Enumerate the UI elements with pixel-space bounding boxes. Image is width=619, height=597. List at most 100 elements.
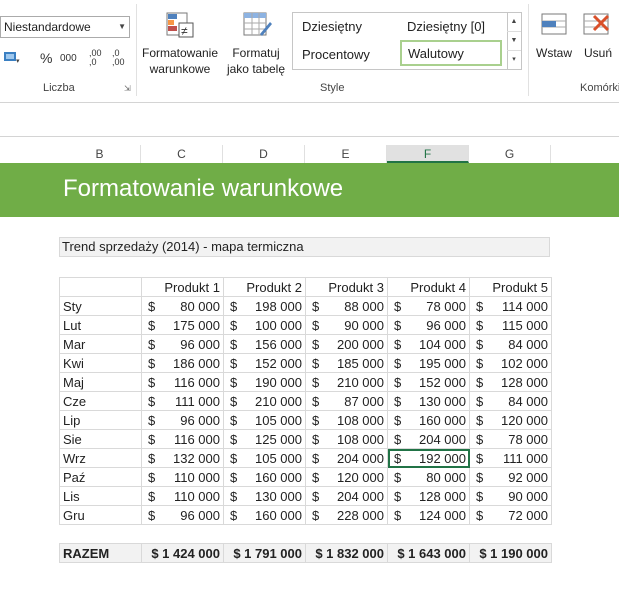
table-corner-cell[interactable] bbox=[59, 277, 142, 297]
sales-cell[interactable]: $190 000 bbox=[223, 372, 306, 392]
sales-cell[interactable]: $130 000 bbox=[387, 391, 470, 411]
month-label[interactable]: Sty bbox=[59, 296, 142, 316]
table-title-cell[interactable]: Trend sprzedaży (2014) - mapa termiczna bbox=[59, 237, 550, 257]
month-label[interactable]: Sie bbox=[59, 429, 142, 449]
scroll-up-icon[interactable]: ▲ bbox=[507, 13, 521, 32]
sales-cell[interactable]: $111 000 bbox=[469, 448, 552, 468]
column-header-e[interactable]: E bbox=[305, 145, 387, 163]
percent-style-button[interactable]: % bbox=[40, 50, 52, 66]
sales-cell[interactable]: $175 000 bbox=[141, 315, 224, 335]
style-decimal-0[interactable]: Dziesiętny [0] bbox=[407, 19, 485, 34]
sales-cell[interactable]: $186 000 bbox=[141, 353, 224, 373]
sales-cell[interactable]: $185 000 bbox=[305, 353, 388, 373]
sales-cell[interactable]: $96 000 bbox=[141, 410, 224, 430]
sales-cell[interactable]: $96 000 bbox=[141, 505, 224, 525]
month-label[interactable]: Wrz bbox=[59, 448, 142, 468]
sales-cell[interactable]: $195 000 bbox=[387, 353, 470, 373]
sales-cell[interactable]: $160 000 bbox=[223, 467, 306, 487]
accounting-format-button[interactable]: ▾ bbox=[3, 50, 21, 65]
sales-cell[interactable]: $116 000 bbox=[141, 429, 224, 449]
column-header-g[interactable]: G bbox=[469, 145, 551, 163]
sales-cell[interactable]: $90 000 bbox=[305, 315, 388, 335]
sales-cell[interactable]: $96 000 bbox=[387, 315, 470, 335]
sales-cell[interactable]: $80 000 bbox=[141, 296, 224, 316]
sales-cell[interactable]: $156 000 bbox=[223, 334, 306, 354]
sales-cell[interactable]: $78 000 bbox=[387, 296, 470, 316]
sales-cell[interactable]: $114 000 bbox=[469, 296, 552, 316]
sales-cell[interactable]: $90 000 bbox=[469, 486, 552, 506]
dialog-launcher-icon[interactable]: ⇲ bbox=[124, 84, 131, 93]
comma-style-button[interactable]: 000 bbox=[60, 53, 77, 64]
insert-button[interactable]: Wstaw bbox=[534, 10, 574, 70]
sales-cell[interactable]: $100 000 bbox=[223, 315, 306, 335]
sales-cell[interactable]: $128 000 bbox=[469, 372, 552, 392]
style-decimal[interactable]: Dziesiętny bbox=[302, 19, 362, 34]
sales-cell[interactable]: $160 000 bbox=[387, 410, 470, 430]
sales-cell[interactable]: $152 000 bbox=[387, 372, 470, 392]
sales-cell[interactable]: $204 000 bbox=[305, 448, 388, 468]
sales-cell[interactable]: $204 000 bbox=[387, 429, 470, 449]
active-cell[interactable]: $192 000 bbox=[387, 448, 470, 468]
sales-cell[interactable]: $96 000 bbox=[141, 334, 224, 354]
product-header[interactable]: Produkt 5 bbox=[469, 277, 552, 297]
sales-cell[interactable]: $72 000 bbox=[469, 505, 552, 525]
column-header-d[interactable]: D bbox=[223, 145, 305, 163]
sales-cell[interactable]: $92 000 bbox=[469, 467, 552, 487]
gallery-scroll[interactable]: ▲ ▼ ▾ bbox=[507, 12, 522, 70]
formula-bar[interactable] bbox=[0, 108, 619, 137]
sales-cell[interactable]: $108 000 bbox=[305, 429, 388, 449]
sales-cell[interactable]: $130 000 bbox=[223, 486, 306, 506]
sales-cell[interactable]: $228 000 bbox=[305, 505, 388, 525]
product-header[interactable]: Produkt 3 bbox=[305, 277, 388, 297]
sales-cell[interactable]: $152 000 bbox=[223, 353, 306, 373]
format-as-table-button[interactable]: Formatuj jako tabelę bbox=[222, 10, 290, 80]
column-header-c[interactable]: C bbox=[141, 145, 223, 163]
conditional-formatting-button[interactable]: ≠ Formatowanie warunkowe bbox=[140, 10, 220, 80]
sales-cell[interactable]: $124 000 bbox=[387, 505, 470, 525]
sales-cell[interactable]: $87 000 bbox=[305, 391, 388, 411]
sales-cell[interactable]: $111 000 bbox=[141, 391, 224, 411]
sales-cell[interactable]: $128 000 bbox=[387, 486, 470, 506]
sales-cell[interactable]: $115 000 bbox=[469, 315, 552, 335]
month-label[interactable]: Cze bbox=[59, 391, 142, 411]
sales-cell[interactable]: $160 000 bbox=[223, 505, 306, 525]
total-cell[interactable]: $ 1 832 000 bbox=[305, 543, 388, 563]
sales-cell[interactable]: $116 000 bbox=[141, 372, 224, 392]
total-label[interactable]: RAZEM bbox=[59, 543, 142, 563]
sales-cell[interactable]: $110 000 bbox=[141, 486, 224, 506]
total-cell[interactable]: $ 1 791 000 bbox=[223, 543, 306, 563]
sales-cell[interactable]: $104 000 bbox=[387, 334, 470, 354]
sales-cell[interactable]: $102 000 bbox=[469, 353, 552, 373]
total-cell[interactable]: $ 1 424 000 bbox=[141, 543, 224, 563]
sales-cell[interactable]: $88 000 bbox=[305, 296, 388, 316]
sales-cell[interactable]: $108 000 bbox=[305, 410, 388, 430]
month-label[interactable]: Kwi bbox=[59, 353, 142, 373]
month-label[interactable]: Lut bbox=[59, 315, 142, 335]
month-label[interactable]: Maj bbox=[59, 372, 142, 392]
scroll-down-icon[interactable]: ▼ bbox=[507, 32, 521, 51]
delete-button[interactable]: Usuń bbox=[578, 10, 618, 70]
sales-cell[interactable]: $204 000 bbox=[305, 486, 388, 506]
sales-cell[interactable]: $78 000 bbox=[469, 429, 552, 449]
style-percent[interactable]: Procentowy bbox=[302, 47, 370, 62]
sales-cell[interactable]: $105 000 bbox=[223, 410, 306, 430]
sales-cell[interactable]: $120 000 bbox=[305, 467, 388, 487]
month-label[interactable]: Lis bbox=[59, 486, 142, 506]
sales-cell[interactable]: $132 000 bbox=[141, 448, 224, 468]
product-header[interactable]: Produkt 2 bbox=[223, 277, 306, 297]
total-cell[interactable]: $ 1 643 000 bbox=[387, 543, 470, 563]
product-header[interactable]: Produkt 1 bbox=[141, 277, 224, 297]
sales-cell[interactable]: $120 000 bbox=[469, 410, 552, 430]
increase-decimal-button[interactable]: ,00 ,0 bbox=[89, 49, 107, 67]
decrease-decimal-button[interactable]: ,0 ,00 bbox=[112, 49, 130, 67]
product-header[interactable]: Produkt 4 bbox=[387, 277, 470, 297]
sales-cell[interactable]: $110 000 bbox=[141, 467, 224, 487]
sales-cell[interactable]: $84 000 bbox=[469, 391, 552, 411]
sales-cell[interactable]: $200 000 bbox=[305, 334, 388, 354]
sales-cell[interactable]: $105 000 bbox=[223, 448, 306, 468]
sales-cell[interactable]: $80 000 bbox=[387, 467, 470, 487]
total-cell[interactable]: $ 1 190 000 bbox=[469, 543, 552, 563]
style-currency-selected[interactable]: Walutowy bbox=[400, 40, 502, 66]
month-label[interactable]: Gru bbox=[59, 505, 142, 525]
column-header-b[interactable]: B bbox=[59, 145, 141, 163]
